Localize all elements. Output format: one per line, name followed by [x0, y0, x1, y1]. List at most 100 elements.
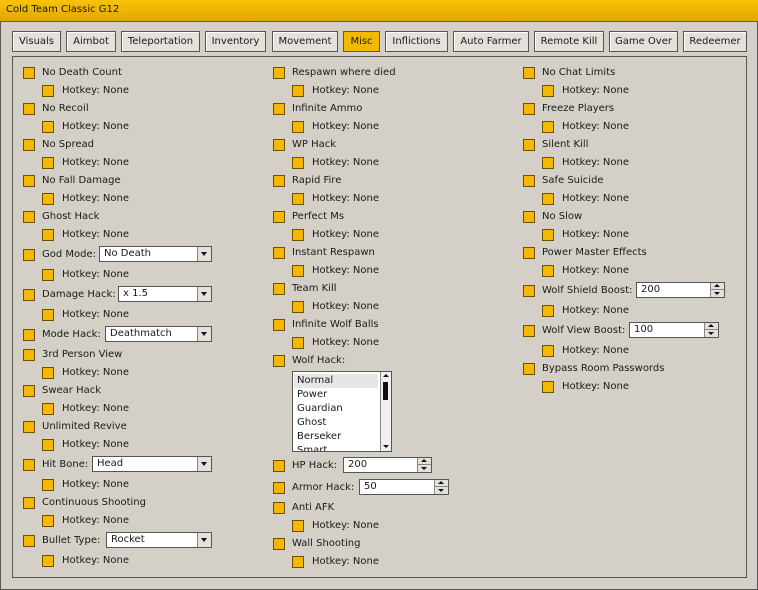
list-item[interactable]: Ghost [294, 416, 378, 430]
wolf-view-boost-spinbox[interactable]: 100 [629, 322, 719, 338]
third-person-view-checkbox[interactable] [23, 349, 35, 361]
no-chat-limits-checkbox[interactable] [523, 67, 535, 79]
continuous-shooting-hotkey-checkbox[interactable] [42, 515, 54, 527]
team-kill-hotkey-checkbox[interactable] [292, 301, 304, 313]
perfect-ms-hotkey-checkbox[interactable] [292, 229, 304, 241]
safe-suicide-hotkey-checkbox[interactable] [542, 193, 554, 205]
unlimited-revive-hotkey-checkbox[interactable] [42, 439, 54, 451]
tab-movement[interactable]: Movement [272, 31, 338, 52]
anti-afk-hotkey-checkbox[interactable] [292, 520, 304, 532]
chevron-down-icon[interactable] [197, 533, 211, 547]
hit-bone-hotkey-checkbox[interactable] [42, 479, 54, 491]
spin-up-icon[interactable] [705, 323, 718, 330]
infinite-ammo-hotkey-checkbox[interactable] [292, 121, 304, 133]
power-master-effects-checkbox[interactable] [523, 247, 535, 259]
wp-hack-hotkey-checkbox[interactable] [292, 157, 304, 169]
damage-hack-dropdown[interactable]: x 1.5 [118, 286, 212, 302]
god-mode-dropdown[interactable]: No Death [99, 246, 212, 262]
listbox-scrollbar[interactable] [380, 372, 391, 451]
tab-auto-farmer[interactable]: Auto Farmer [453, 31, 529, 52]
no-death-count-hotkey-checkbox[interactable] [42, 85, 54, 97]
safe-suicide-checkbox[interactable] [523, 175, 535, 187]
wolf-shield-boost-hotkey-checkbox[interactable] [542, 305, 554, 317]
tab-remote-kill[interactable]: Remote Kill [534, 31, 604, 52]
third-person-view-hotkey-checkbox[interactable] [42, 367, 54, 379]
no-death-count-checkbox[interactable] [23, 67, 35, 79]
respawn-where-died-checkbox[interactable] [273, 67, 285, 79]
wall-shooting-checkbox[interactable] [273, 538, 285, 550]
wolf-hack-listbox[interactable]: Normal Power Guardian Ghost Berseker Sma… [292, 371, 392, 452]
respawn-where-died-hotkey-checkbox[interactable] [292, 85, 304, 97]
scroll-down-icon[interactable] [381, 443, 391, 451]
tab-misc[interactable]: Misc [343, 31, 380, 52]
infinite-wolf-balls-checkbox[interactable] [273, 319, 285, 331]
spin-down-icon[interactable] [418, 465, 431, 472]
armor-hack-spinbox[interactable]: 50 [359, 479, 449, 495]
infinite-wolf-balls-hotkey-checkbox[interactable] [292, 337, 304, 349]
damage-hack-checkbox[interactable] [23, 289, 35, 301]
bypass-room-passwords-checkbox[interactable] [523, 363, 535, 375]
list-item[interactable]: Guardian [294, 402, 378, 416]
tab-inflictions[interactable]: Inflictions [385, 31, 448, 52]
freeze-players-checkbox[interactable] [523, 103, 535, 115]
hp-hack-checkbox[interactable] [273, 460, 285, 472]
bullet-type-checkbox[interactable] [23, 535, 35, 547]
hp-hack-spinbox[interactable]: 200 [343, 457, 432, 473]
spin-down-icon[interactable] [435, 487, 448, 494]
god-mode-hotkey-checkbox[interactable] [42, 269, 54, 281]
bypass-room-passwords-hotkey-checkbox[interactable] [542, 381, 554, 393]
no-recoil-hotkey-checkbox[interactable] [42, 121, 54, 133]
tab-teleportation[interactable]: Teleportation [121, 31, 200, 52]
chevron-down-icon[interactable] [197, 247, 211, 261]
team-kill-checkbox[interactable] [273, 283, 285, 295]
wolf-shield-boost-checkbox[interactable] [523, 285, 535, 297]
spin-down-icon[interactable] [711, 290, 724, 297]
wolf-view-boost-hotkey-checkbox[interactable] [542, 345, 554, 357]
no-slow-checkbox[interactable] [523, 211, 535, 223]
instant-respawn-hotkey-checkbox[interactable] [292, 265, 304, 277]
scrollbar-thumb[interactable] [383, 382, 388, 400]
damage-hack-hotkey-checkbox[interactable] [42, 309, 54, 321]
wall-shooting-hotkey-checkbox[interactable] [292, 556, 304, 568]
ghost-hack-checkbox[interactable] [23, 211, 35, 223]
no-spread-checkbox[interactable] [23, 139, 35, 151]
wolf-hack-checkbox[interactable] [273, 355, 285, 367]
scroll-up-icon[interactable] [381, 372, 391, 380]
ghost-hack-hotkey-checkbox[interactable] [42, 229, 54, 241]
god-mode-checkbox[interactable] [23, 249, 35, 261]
list-item[interactable]: Power [294, 388, 378, 402]
no-fall-damage-hotkey-checkbox[interactable] [42, 193, 54, 205]
rapid-fire-checkbox[interactable] [273, 175, 285, 187]
freeze-players-hotkey-checkbox[interactable] [542, 121, 554, 133]
no-fall-damage-checkbox[interactable] [23, 175, 35, 187]
mode-hack-checkbox[interactable] [23, 329, 35, 341]
chevron-down-icon[interactable] [197, 327, 211, 341]
unlimited-revive-checkbox[interactable] [23, 421, 35, 433]
no-recoil-checkbox[interactable] [23, 103, 35, 115]
wolf-shield-boost-spinbox[interactable]: 200 [636, 282, 725, 298]
spin-up-icon[interactable] [711, 283, 724, 290]
infinite-ammo-checkbox[interactable] [273, 103, 285, 115]
bullet-type-dropdown[interactable]: Rocket [106, 532, 212, 548]
mode-hack-dropdown[interactable]: Deathmatch [105, 326, 212, 342]
no-chat-limits-hotkey-checkbox[interactable] [542, 85, 554, 97]
spin-up-icon[interactable] [418, 458, 431, 465]
tab-game-over[interactable]: Game Over [609, 31, 678, 52]
swear-hack-hotkey-checkbox[interactable] [42, 403, 54, 415]
silent-kill-checkbox[interactable] [523, 139, 535, 151]
wp-hack-checkbox[interactable] [273, 139, 285, 151]
power-master-effects-hotkey-checkbox[interactable] [542, 265, 554, 277]
anti-afk-checkbox[interactable] [273, 502, 285, 514]
silent-kill-hotkey-checkbox[interactable] [542, 157, 554, 169]
swear-hack-checkbox[interactable] [23, 385, 35, 397]
list-item[interactable]: Smart [294, 444, 378, 451]
tab-inventory[interactable]: Inventory [205, 31, 266, 52]
spin-up-icon[interactable] [435, 480, 448, 487]
hit-bone-checkbox[interactable] [23, 459, 35, 471]
spin-down-icon[interactable] [705, 330, 718, 337]
perfect-ms-checkbox[interactable] [273, 211, 285, 223]
chevron-down-icon[interactable] [197, 287, 211, 301]
instant-respawn-checkbox[interactable] [273, 247, 285, 259]
tab-aimbot[interactable]: Aimbot [66, 31, 116, 52]
continuous-shooting-checkbox[interactable] [23, 497, 35, 509]
